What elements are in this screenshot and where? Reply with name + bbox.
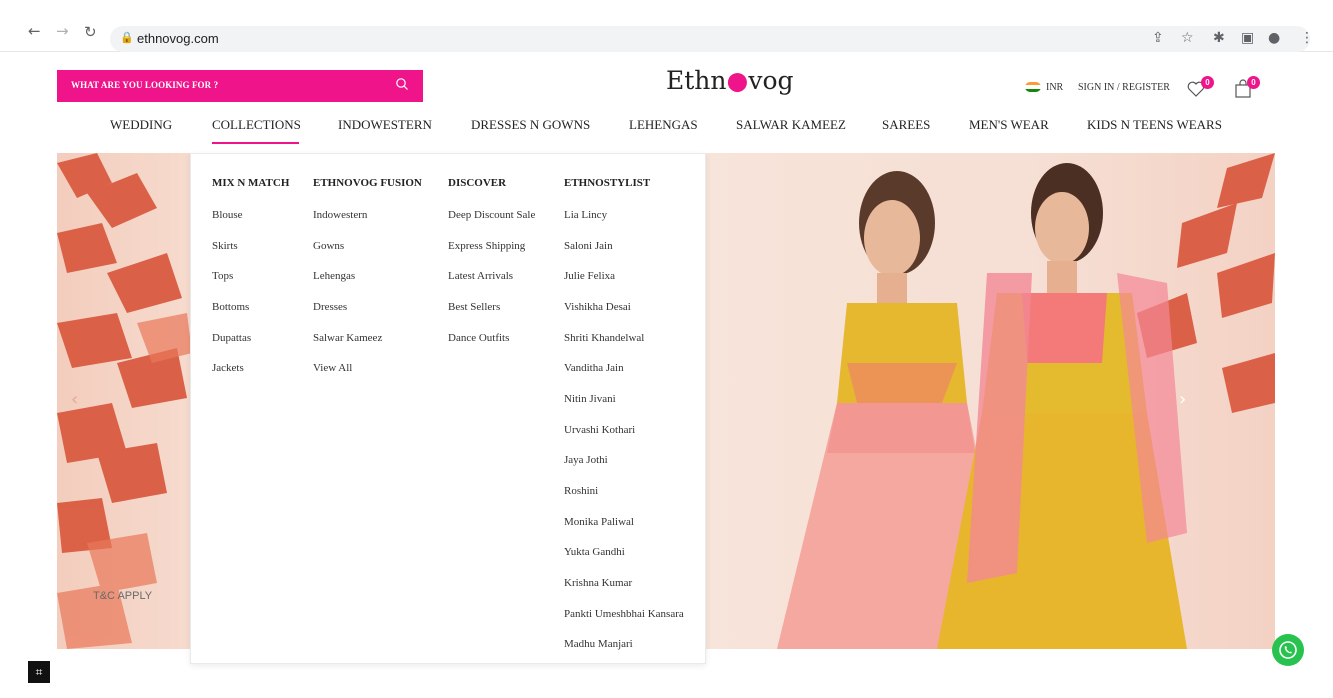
reload-icon[interactable]: ↻: [84, 25, 97, 40]
menu-link[interactable]: Nitin Jivani: [564, 393, 616, 405]
india-flag-icon[interactable]: [1025, 82, 1041, 92]
menu-link[interactable]: Blouse: [212, 209, 243, 221]
carousel-prev-icon[interactable]: ‹: [71, 389, 78, 410]
back-icon[interactable]: ←: [28, 24, 41, 39]
search-icon[interactable]: [395, 77, 409, 91]
main-navigation: WEDDING COLLECTIONS INDOWESTERN DRESSES …: [0, 117, 1333, 137]
terms-apply-text: T&C APPLY: [93, 590, 153, 602]
wishlist-count-badge: 0: [1201, 76, 1214, 89]
menu-link[interactable]: Krishna Kumar: [564, 577, 632, 589]
logo-o-mark: ●: [726, 66, 749, 95]
logo-text-part-2: vog: [748, 66, 794, 95]
menu-link[interactable]: Dresses: [313, 301, 347, 313]
lock-icon: 🔒: [120, 31, 134, 44]
bookmark-star-icon[interactable]: ☆: [1181, 30, 1194, 46]
menu-link[interactable]: Jackets: [212, 362, 244, 374]
nav-mens-wear[interactable]: MEN'S WEAR: [969, 117, 1049, 133]
currency-selector[interactable]: INR: [1046, 82, 1063, 93]
menu-link[interactable]: Julie Felixa: [564, 270, 615, 282]
profile-icon[interactable]: ●: [1268, 30, 1280, 46]
url-text[interactable]: ethnovog.com: [137, 31, 219, 46]
menu-link[interactable]: Express Shipping: [448, 240, 525, 252]
menu-heading[interactable]: ETHNOSTYLIST: [564, 177, 650, 189]
search-bar[interactable]: WHAT ARE YOU LOOKING FOR ?: [57, 70, 423, 102]
collections-mega-menu: MIX N MATCH Blouse Skirts Tops Bottoms D…: [190, 153, 706, 664]
extensions-icon[interactable]: ✱: [1213, 30, 1225, 46]
menu-link[interactable]: Jaya Jothi: [564, 454, 608, 466]
site-logo[interactable]: Ethn●vog: [666, 66, 794, 95]
menu-link[interactable]: Latest Arrivals: [448, 270, 513, 282]
menu-link[interactable]: Shriti Khandelwal: [564, 332, 644, 344]
menu-link[interactable]: Monika Paliwal: [564, 516, 634, 528]
menu-link[interactable]: Saloni Jain: [564, 240, 613, 252]
share-icon[interactable]: ⇪: [1152, 30, 1164, 46]
menu-kebab-icon[interactable]: ⋮: [1300, 30, 1314, 46]
menu-link[interactable]: Best Sellers: [448, 301, 500, 313]
forward-icon[interactable]: →: [56, 24, 69, 39]
logo-text-part-1: Ethn: [666, 66, 727, 95]
nav-dresses-n-gowns[interactable]: DRESSES N GOWNS: [471, 117, 590, 133]
menu-link[interactable]: Indowestern: [313, 209, 367, 221]
active-nav-underline: [212, 142, 299, 144]
gift-icon[interactable]: ⌗: [28, 661, 50, 683]
menu-link[interactable]: View All: [313, 362, 352, 374]
menu-link[interactable]: Urvashi Kothari: [564, 424, 635, 436]
nav-sarees[interactable]: SAREES: [882, 117, 930, 133]
menu-link[interactable]: Madhu Manjari: [564, 638, 633, 650]
search-placeholder[interactable]: WHAT ARE YOU LOOKING FOR ?: [71, 80, 218, 90]
menu-heading[interactable]: ETHNOVOG FUSION: [313, 177, 422, 189]
menu-link[interactable]: Gowns: [313, 240, 344, 252]
address-bar[interactable]: [110, 26, 1310, 52]
menu-link[interactable]: Bottoms: [212, 301, 249, 313]
whatsapp-icon: [1279, 641, 1297, 659]
menu-link[interactable]: Vanditha Jain: [564, 362, 624, 374]
sign-in-link[interactable]: SIGN IN / REGISTER: [1078, 82, 1170, 93]
menu-link[interactable]: Dance Outfits: [448, 332, 509, 344]
menu-link[interactable]: Salwar Kameez: [313, 332, 382, 344]
carousel-next-icon[interactable]: ›: [1179, 389, 1186, 410]
menu-heading[interactable]: DISCOVER: [448, 177, 506, 189]
menu-link[interactable]: Lia Lincy: [564, 209, 607, 221]
menu-heading[interactable]: MIX N MATCH: [212, 177, 289, 189]
menu-link[interactable]: Yukta Gandhi: [564, 546, 625, 558]
whatsapp-chat-button[interactable]: [1272, 634, 1304, 666]
cart-count-badge: 0: [1247, 76, 1260, 89]
menu-link[interactable]: Deep Discount Sale: [448, 209, 535, 221]
menu-link[interactable]: Tops: [212, 270, 233, 282]
browser-chrome: ← → ↻ 🔒 ethnovog.com ⇪ ☆ ✱ ▣ ● ⋮: [0, 0, 1333, 52]
nav-wedding[interactable]: WEDDING: [110, 117, 172, 133]
menu-link[interactable]: Vishikha Desai: [564, 301, 631, 313]
side-panel-icon[interactable]: ▣: [1241, 30, 1254, 46]
menu-link[interactable]: Pankti Umeshbhai Kansara: [564, 608, 684, 620]
menu-link[interactable]: Roshini: [564, 485, 598, 497]
menu-link[interactable]: Dupattas: [212, 332, 251, 344]
nav-collections[interactable]: COLLECTIONS: [212, 117, 301, 133]
nav-salwar-kameez[interactable]: SALWAR KAMEEZ: [736, 117, 846, 133]
nav-indowestern[interactable]: INDOWESTERN: [338, 117, 432, 133]
nav-kids-n-teens-wears[interactable]: KIDS N TEENS WEARS: [1087, 117, 1222, 133]
nav-lehengas[interactable]: LEHENGAS: [629, 117, 698, 133]
menu-link[interactable]: Skirts: [212, 240, 238, 252]
menu-link[interactable]: Lehengas: [313, 270, 355, 282]
